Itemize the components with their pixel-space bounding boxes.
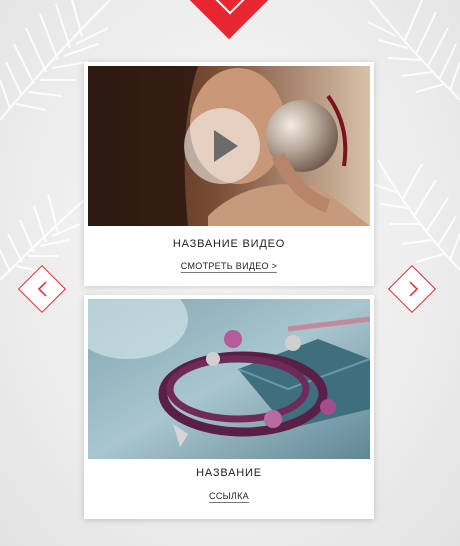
video-thumbnail[interactable] [88,66,370,226]
card-title: НАЗВАНИЕ ВИДЕО [172,238,286,250]
card-link[interactable]: ССЫЛКА [209,491,249,503]
card-title: НАЗВАНИЕ [196,467,262,479]
palm-frond-top-right [360,0,460,110]
watch-video-link[interactable]: СМОТРЕТЬ ВИДЕО > [180,261,278,273]
photo-card: НАЗВАНИЕ ССЫЛКА [84,295,374,519]
palm-frond-mid-right [372,150,460,280]
play-icon [214,130,238,162]
bracelet-photo[interactable] [88,299,370,459]
video-card: НАЗВАНИЕ ВИДЕО СМОТРЕТЬ ВИДЕО > [84,62,374,286]
play-button[interactable] [184,108,260,184]
